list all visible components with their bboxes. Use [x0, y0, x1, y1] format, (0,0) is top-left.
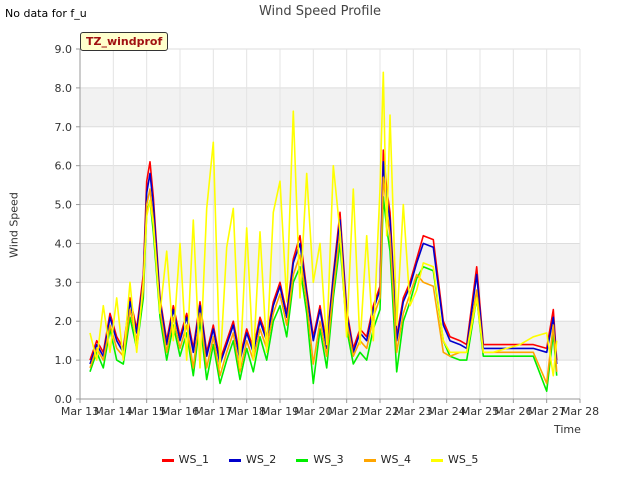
- legend: WS_1 WS_2 WS_3 WS_4 WS_5: [0, 453, 640, 466]
- legend-label: WS_1: [178, 453, 209, 466]
- legend-swatch: [431, 458, 444, 462]
- y-tick-label: 1.0: [55, 354, 73, 367]
- grid-band: [80, 87, 580, 127]
- legend-swatch: [363, 458, 376, 462]
- y-tick-label: 6.0: [55, 160, 73, 173]
- legend-swatch: [228, 458, 241, 462]
- y-tick-label: 7.0: [55, 121, 73, 134]
- legend-label: WS_5: [448, 453, 479, 466]
- legend-swatch: [296, 458, 309, 462]
- legend-item-ws_5: WS_5: [431, 453, 478, 466]
- y-tick-label: 5.0: [55, 199, 73, 212]
- x-tick-label: Mar 28: [561, 405, 599, 418]
- y-tick-label: 8.0: [55, 82, 73, 95]
- legend-label: WS_4: [380, 453, 412, 466]
- y-tick-label: 4.0: [55, 237, 73, 250]
- legend-item-ws_4: WS_4: [363, 453, 412, 466]
- y-tick-label: 3.0: [55, 276, 73, 289]
- site-tag: TZ_windprof: [80, 32, 169, 51]
- y-tick-label: 9.0: [55, 43, 73, 56]
- legend-label: WS_3: [313, 453, 344, 466]
- legend-swatch: [161, 458, 174, 462]
- legend-item-ws_2: WS_2: [228, 453, 277, 466]
- legend-label: WS_2: [245, 453, 277, 466]
- legend-item-ws_1: WS_1: [161, 453, 209, 466]
- legend-item-ws_3: WS_3: [296, 453, 344, 466]
- wind-speed-chart: 0.01.02.03.04.05.06.07.08.09.0Mar 13Mar …: [55, 43, 600, 418]
- y-tick-label: 2.0: [55, 315, 73, 328]
- grid-band: [80, 165, 580, 205]
